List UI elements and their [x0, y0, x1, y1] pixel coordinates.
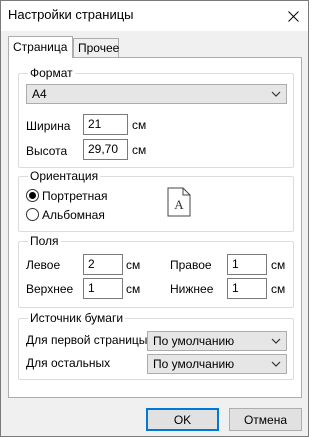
- height-label: Высота: [26, 144, 68, 158]
- tab-page-label: Страница: [13, 40, 68, 54]
- ok-button[interactable]: OK: [146, 408, 219, 431]
- paper-size-select[interactable]: A4: [26, 84, 287, 104]
- margin-bottom-unit: см: [271, 282, 286, 296]
- margin-left-label: Левое: [26, 258, 61, 272]
- margin-right-value: 1: [232, 257, 239, 271]
- other-pages-source-select[interactable]: По умолчанию: [147, 354, 287, 374]
- chevron-down-icon: [271, 338, 281, 344]
- margin-left-value: 2: [88, 257, 95, 271]
- first-page-source-value: По умолчанию: [153, 334, 235, 348]
- chevron-down-icon: [271, 361, 281, 367]
- window-title: Настройки страницы: [8, 7, 134, 22]
- paper-source-group-title: Источник бумаги: [28, 311, 126, 325]
- height-value: 29,70: [88, 142, 119, 156]
- tab-page[interactable]: Страница: [8, 36, 73, 58]
- margin-top-value: 1: [88, 281, 95, 295]
- first-page-source-select[interactable]: По умолчанию: [147, 331, 287, 351]
- format-group-title: Формат: [28, 66, 75, 80]
- width-unit: см: [132, 118, 147, 132]
- margin-right-label: Правое: [170, 258, 212, 272]
- height-input[interactable]: 29,70: [83, 139, 128, 160]
- margin-top-unit: см: [126, 282, 141, 296]
- margin-bottom-label: Нижнее: [170, 282, 214, 296]
- portrait-radio[interactable]: [26, 189, 39, 202]
- margin-top-label: Верхнее: [26, 282, 74, 296]
- margin-left-unit: см: [126, 258, 141, 272]
- margin-right-input[interactable]: 1: [227, 254, 267, 275]
- landscape-radio[interactable]: [26, 208, 39, 221]
- cancel-button-label: Отмена: [243, 413, 288, 427]
- margins-group: Поля Левое 2 см Правое 1 см Верхнее 1 см…: [18, 234, 294, 308]
- margin-left-input[interactable]: 2: [83, 254, 123, 275]
- cancel-button[interactable]: Отмена: [229, 408, 302, 431]
- margin-bottom-value: 1: [232, 281, 239, 295]
- paper-source-group: Источник бумаги Для первой страницы По у…: [18, 311, 294, 380]
- close-button[interactable]: [278, 1, 308, 31]
- ok-button-label: OK: [173, 413, 192, 427]
- paper-size-value: A4: [32, 87, 47, 101]
- format-group: Формат A4 Ширина 21 см Высота 29,70 см: [18, 66, 294, 168]
- title-bar: Настройки страницы: [1, 1, 308, 31]
- landscape-label[interactable]: Альбомная: [42, 208, 105, 222]
- tab-other[interactable]: Прочее: [73, 38, 119, 57]
- margin-bottom-input[interactable]: 1: [227, 278, 267, 299]
- preview-glyph: A: [174, 197, 184, 212]
- chevron-down-icon: [271, 91, 281, 97]
- other-pages-label: Для остальных: [26, 356, 111, 370]
- close-icon: [287, 10, 299, 22]
- orientation-group: Ориентация Портретная Альбомная A: [18, 169, 294, 232]
- page-orientation-preview-icon: A: [167, 187, 191, 217]
- page-setup-dialog: Настройки страницы Страница Прочее Форма…: [0, 0, 309, 437]
- width-input[interactable]: 21: [83, 114, 128, 135]
- orientation-group-title: Ориентация: [28, 169, 101, 183]
- margin-right-unit: см: [271, 258, 286, 272]
- first-page-label: Для первой страницы: [26, 333, 148, 347]
- width-value: 21: [88, 117, 102, 131]
- margins-group-title: Поля: [28, 234, 61, 248]
- tab-panel: Формат A4 Ширина 21 см Высота 29,70 см О…: [8, 57, 302, 398]
- height-unit: см: [132, 143, 147, 157]
- other-pages-source-value: По умолчанию: [153, 357, 235, 371]
- margin-top-input[interactable]: 1: [83, 278, 123, 299]
- width-label: Ширина: [26, 119, 71, 133]
- tab-other-label: Прочее: [78, 41, 120, 55]
- portrait-label[interactable]: Портретная: [42, 189, 107, 203]
